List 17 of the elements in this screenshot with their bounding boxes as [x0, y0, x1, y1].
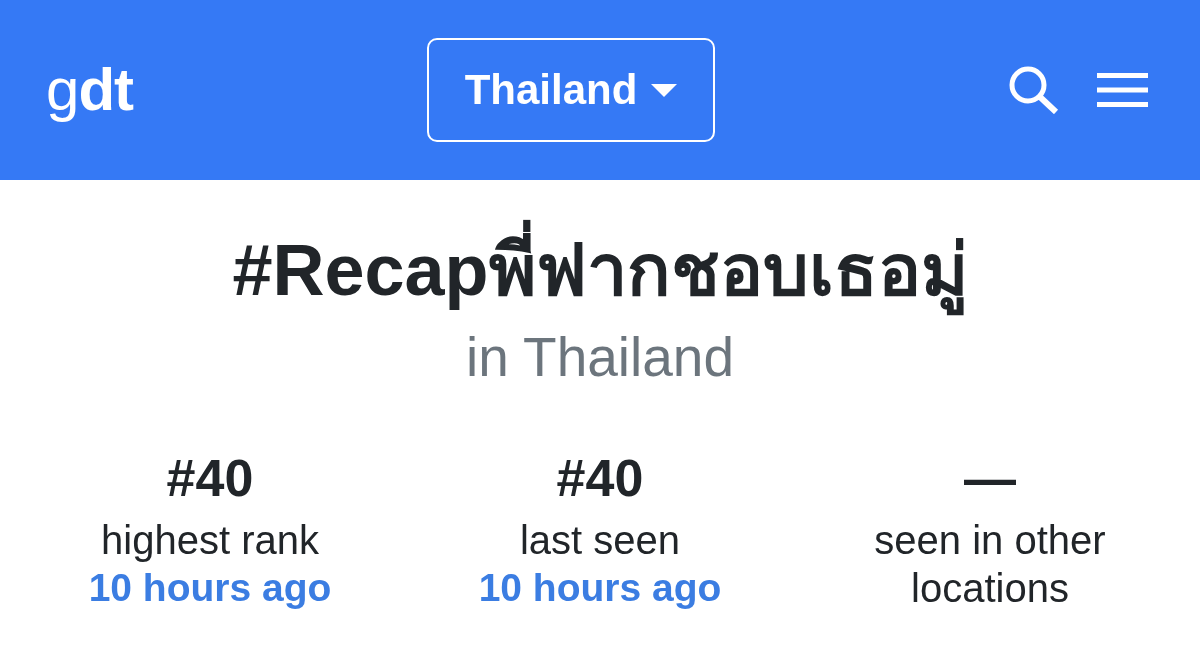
menu-button[interactable]: [1097, 73, 1148, 107]
menu-icon: [1097, 73, 1148, 107]
search-icon: [1009, 66, 1059, 114]
stat-label: seen in other locations: [873, 517, 1107, 612]
location-dropdown[interactable]: Thailand: [427, 38, 715, 142]
time-link[interactable]: 10 hours ago: [478, 564, 722, 612]
search-button[interactable]: [1009, 66, 1059, 114]
stat-label: highest rank: [101, 517, 319, 564]
trend-location: in Thailand: [465, 326, 735, 388]
stat-label: last seen: [519, 517, 681, 564]
stat-value: #40: [166, 450, 254, 506]
trend-title: #Recapพี่ฟากชอบเธอมู่: [224, 214, 976, 326]
caret-icon: [651, 83, 678, 97]
logo[interactable]: gdt: [46, 60, 133, 120]
stat-value: —: [964, 450, 1016, 506]
time-link[interactable]: 10 hours ago: [88, 564, 332, 612]
stat-value: #40: [556, 450, 644, 506]
